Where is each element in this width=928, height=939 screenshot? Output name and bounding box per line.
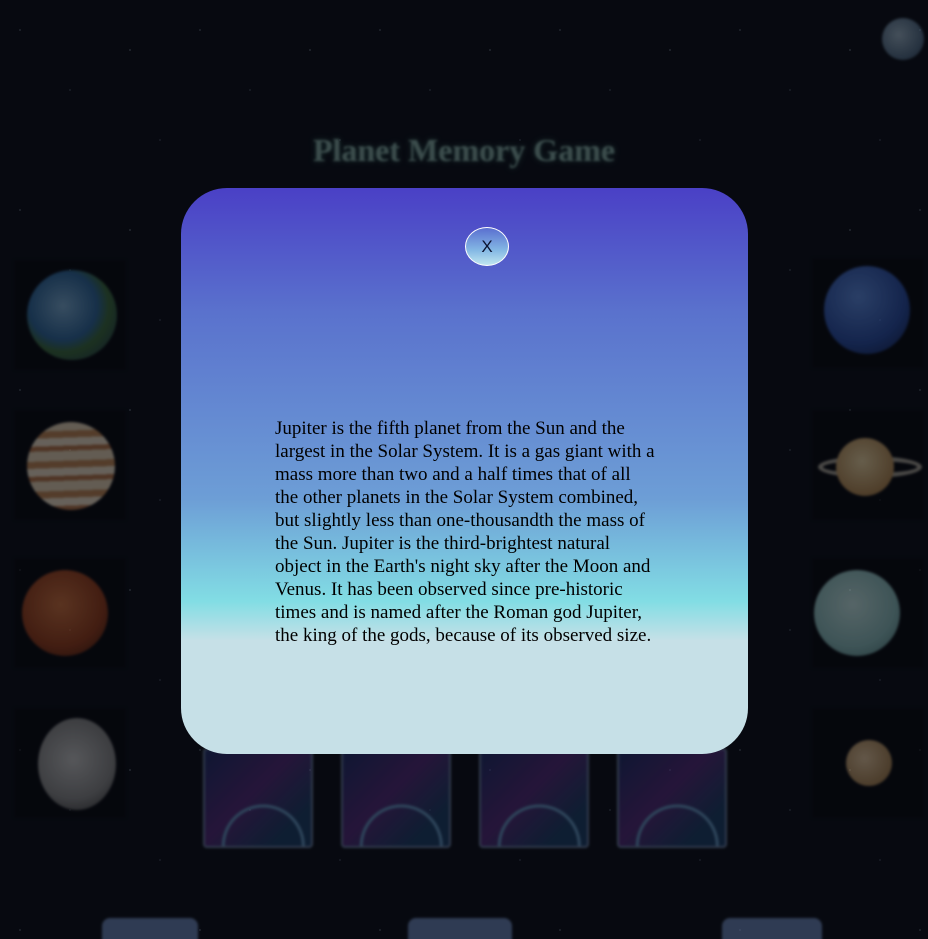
planet-description: Jupiter is the fifth planet from the Sun… (275, 418, 655, 646)
planet-info-modal: X Jupiter is the fifth planet from the S… (181, 188, 748, 754)
close-button[interactable]: X (465, 227, 509, 266)
